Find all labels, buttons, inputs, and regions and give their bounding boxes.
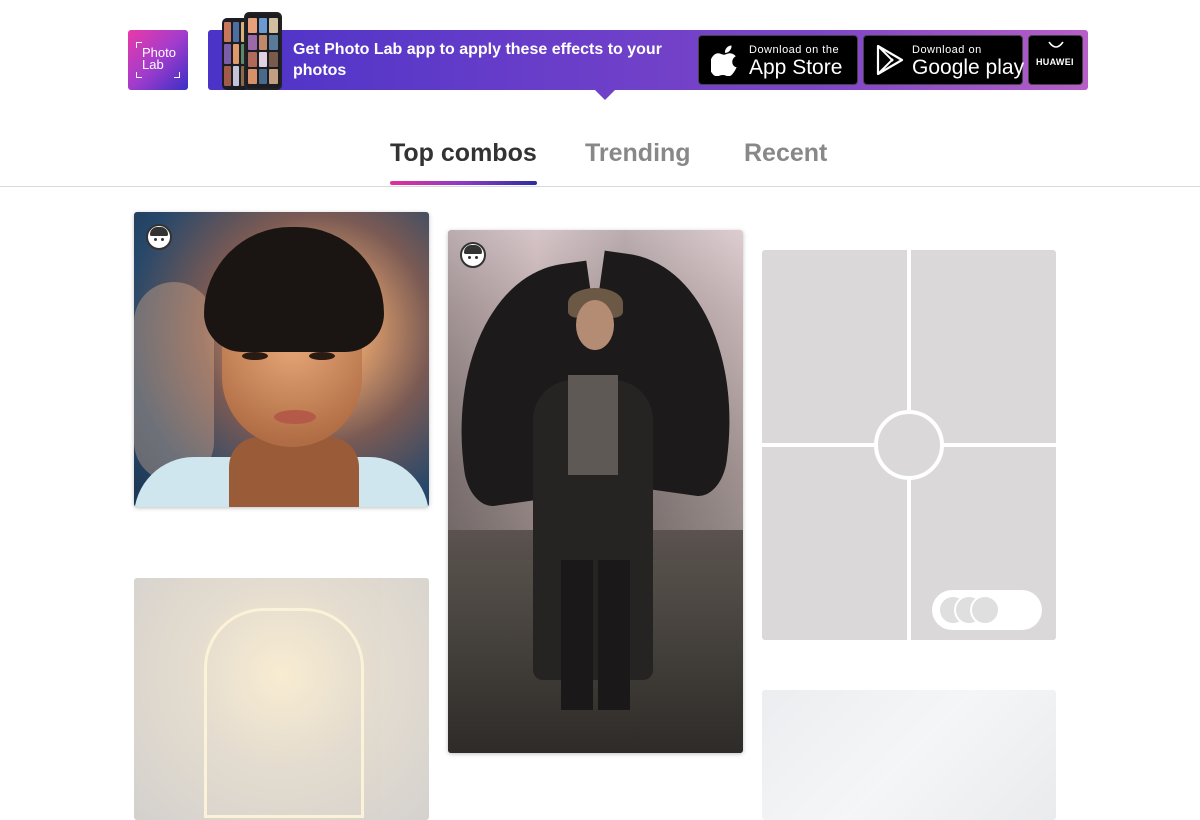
google-play-icon xyxy=(876,45,904,75)
glow-art-shape xyxy=(204,608,364,818)
app-store-label: App Store xyxy=(749,56,843,79)
portrait-art-shape xyxy=(229,437,359,507)
combo-card-collage[interactable]: +4 xyxy=(762,250,1056,640)
app-promo-banner: Get Photo Lab app to apply these effects… xyxy=(208,12,1088,100)
apple-icon xyxy=(711,45,737,76)
face-icon xyxy=(460,242,486,268)
feed-tabs: Top combos Trending Recent xyxy=(0,130,1200,187)
portrait-art-shape xyxy=(309,352,335,360)
logo-text-line2: Lab xyxy=(142,57,164,72)
combo-card-branches[interactable] xyxy=(762,690,1056,820)
app-store-small-text: Download on the xyxy=(749,44,840,56)
angel-art-shape xyxy=(561,560,593,710)
tab-recent[interactable]: Recent xyxy=(744,139,827,182)
combo-card-dark-angel[interactable] xyxy=(448,230,743,753)
logo-corner-decoration xyxy=(174,72,180,78)
portrait-art-shape xyxy=(274,410,316,424)
combo-card-portrait[interactable] xyxy=(134,212,429,507)
angel-art-shape xyxy=(598,560,630,710)
logo-corner-decoration xyxy=(136,42,142,48)
phones-illustration xyxy=(222,12,286,90)
collage-thumbnails xyxy=(938,595,1008,625)
portrait-art-shape xyxy=(204,227,384,352)
huawei-label: HUAWEI xyxy=(1036,57,1074,67)
google-play-button[interactable]: Download on Google play xyxy=(863,35,1025,85)
combo-card-glow[interactable] xyxy=(134,578,429,820)
tab-trending[interactable]: Trending xyxy=(585,139,691,182)
portrait-art-shape xyxy=(242,352,268,360)
tab-top-combos[interactable]: Top combos xyxy=(390,139,537,185)
angel-art-shape xyxy=(568,375,618,475)
angel-art-shape xyxy=(576,300,614,350)
huawei-appgallery-button[interactable]: HUAWEI xyxy=(1028,35,1083,85)
photo-lab-logo[interactable]: Photo Lab xyxy=(128,30,188,90)
collage-center-circle xyxy=(874,410,944,480)
huawei-icon xyxy=(1048,41,1064,48)
logo-corner-decoration xyxy=(136,72,142,78)
banner-text: Get Photo Lab app to apply these effects… xyxy=(293,41,662,79)
banner-pointer xyxy=(595,90,615,100)
collage-count-badge: +4 xyxy=(1018,602,1033,617)
google-play-label: Google play xyxy=(912,56,1025,79)
face-icon xyxy=(146,224,172,250)
app-store-button[interactable]: Download on the App Store xyxy=(698,35,858,85)
phone-front-image xyxy=(244,12,282,90)
portrait-art-shape xyxy=(134,282,214,482)
google-play-small-text: Download on xyxy=(912,44,982,56)
